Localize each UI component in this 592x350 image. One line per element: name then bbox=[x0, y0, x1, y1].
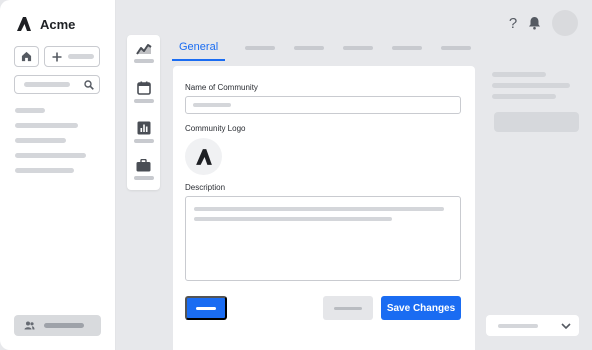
sidebar-nav-item[interactable] bbox=[15, 168, 74, 173]
rail-item-label bbox=[133, 139, 154, 143]
calendar-icon bbox=[136, 81, 151, 95]
header-actions: ? bbox=[506, 10, 578, 36]
dropdown-value-placeholder bbox=[498, 323, 538, 328]
tab-placeholder[interactable] bbox=[294, 46, 325, 50]
search-placeholder bbox=[24, 82, 70, 87]
help-icon[interactable]: ? bbox=[506, 16, 520, 31]
community-logo-upload[interactable] bbox=[185, 138, 222, 175]
primary-action-button[interactable] bbox=[185, 296, 227, 320]
right-panel-line bbox=[492, 72, 546, 77]
tab-general[interactable]: General bbox=[172, 36, 226, 61]
tab-placeholder[interactable] bbox=[343, 46, 374, 50]
rail-item-label bbox=[133, 176, 154, 180]
primary-action-label-placeholder bbox=[196, 306, 216, 310]
user-switcher-button[interactable] bbox=[14, 315, 101, 336]
right-panel bbox=[492, 72, 570, 105]
cancel-button[interactable] bbox=[323, 296, 373, 320]
bottom-dropdown[interactable] bbox=[486, 315, 579, 336]
sidebar-nav-item[interactable] bbox=[15, 108, 45, 113]
avatar[interactable] bbox=[552, 10, 578, 36]
description-textarea[interactable] bbox=[185, 196, 461, 281]
right-panel-block[interactable] bbox=[494, 112, 579, 132]
bar-chart-icon bbox=[137, 121, 150, 135]
right-panel-line bbox=[492, 83, 570, 88]
rail-item-calendar[interactable] bbox=[127, 81, 160, 103]
search-input[interactable] bbox=[14, 75, 100, 94]
brand-name: Acme bbox=[40, 16, 76, 32]
acme-logo-icon bbox=[17, 17, 31, 31]
sidebar-top-actions bbox=[14, 46, 100, 67]
sidebar-nav bbox=[15, 108, 86, 183]
user-switcher-label-placeholder bbox=[44, 323, 84, 328]
rail-item-label bbox=[133, 99, 154, 103]
acme-logo-icon bbox=[195, 148, 212, 165]
icon-rail bbox=[127, 35, 160, 190]
community-name-placeholder bbox=[193, 103, 231, 107]
search-icon bbox=[84, 79, 94, 90]
sidebar-nav-item[interactable] bbox=[15, 138, 66, 143]
tab-placeholder[interactable] bbox=[245, 46, 276, 50]
description-text-line bbox=[194, 217, 392, 221]
tab-placeholder[interactable] bbox=[441, 46, 472, 50]
community-name-label: Name of Community bbox=[185, 83, 258, 92]
rail-item-work[interactable] bbox=[127, 159, 160, 180]
community-logo-label: Community Logo bbox=[185, 124, 246, 133]
sidebar-nav-item[interactable] bbox=[15, 153, 86, 158]
save-changes-button[interactable]: Save Changes bbox=[381, 296, 461, 320]
description-label: Description bbox=[185, 183, 226, 192]
users-icon bbox=[24, 321, 35, 330]
rail-item-activity[interactable] bbox=[127, 43, 160, 63]
sidebar-nav-item[interactable] bbox=[15, 123, 78, 128]
activity-chart-icon bbox=[135, 44, 152, 55]
bell-icon[interactable] bbox=[528, 16, 541, 30]
right-panel-line bbox=[492, 94, 556, 99]
brand[interactable]: Acme bbox=[16, 16, 75, 32]
cancel-label-placeholder bbox=[334, 306, 362, 310]
briefcase-icon bbox=[136, 159, 151, 172]
community-name-field[interactable] bbox=[185, 96, 461, 114]
home-icon bbox=[21, 51, 32, 62]
app-window: Acme ? General Name of Community Communi… bbox=[0, 0, 592, 350]
chevron-down-icon bbox=[561, 322, 571, 329]
add-button[interactable] bbox=[44, 46, 100, 67]
settings-form-card: Name of Community Community Logo Descrip… bbox=[173, 66, 475, 350]
tab-bar: General bbox=[172, 36, 472, 62]
add-button-label-placeholder bbox=[68, 54, 94, 59]
tab-placeholder[interactable] bbox=[392, 46, 423, 50]
rail-item-reports[interactable] bbox=[127, 121, 160, 143]
plus-icon bbox=[52, 52, 62, 61]
sidebar: Acme bbox=[0, 0, 116, 350]
home-button[interactable] bbox=[14, 46, 39, 67]
rail-item-label bbox=[133, 59, 154, 63]
description-text-line bbox=[194, 207, 444, 211]
